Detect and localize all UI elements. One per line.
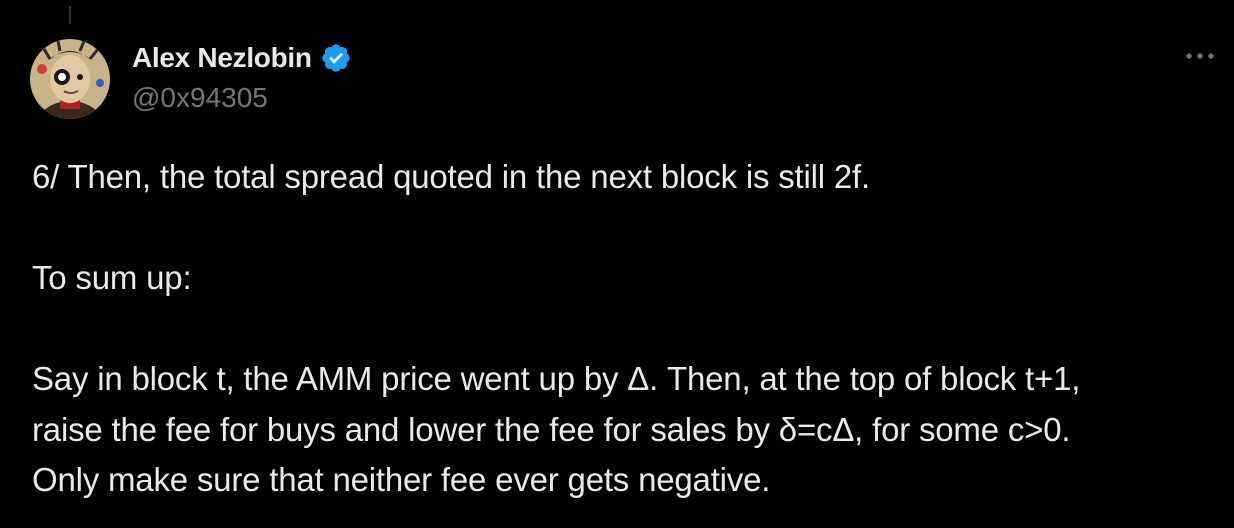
tweet-blank-line (32, 203, 1222, 254)
tweet-line: raise the fee for buys and lower the fee… (32, 410, 1071, 448)
tweet-line: Say in block t, the AMM price went up by… (32, 360, 1081, 397)
thread-connector-line (69, 6, 71, 24)
avatar[interactable] (30, 39, 110, 119)
verified-badge-icon[interactable] (320, 42, 352, 74)
more-options-icon[interactable] (1182, 44, 1218, 68)
author-handle[interactable]: @0x94305 (132, 82, 268, 114)
tweet-line: 6/ Then, the total spread quoted in the … (32, 158, 870, 195)
tweet-line: To sum up: (32, 259, 192, 296)
author-display-name[interactable]: Alex Nezlobin (132, 42, 312, 74)
avatar-image (30, 39, 110, 119)
author-name-row: Alex Nezlobin (132, 42, 352, 74)
tweet-text: 6/ Then, the total spread quoted in the … (32, 152, 1222, 506)
tweet-blank-line (32, 304, 1222, 355)
tweet-line: Only make sure that neither fee ever get… (32, 461, 771, 498)
